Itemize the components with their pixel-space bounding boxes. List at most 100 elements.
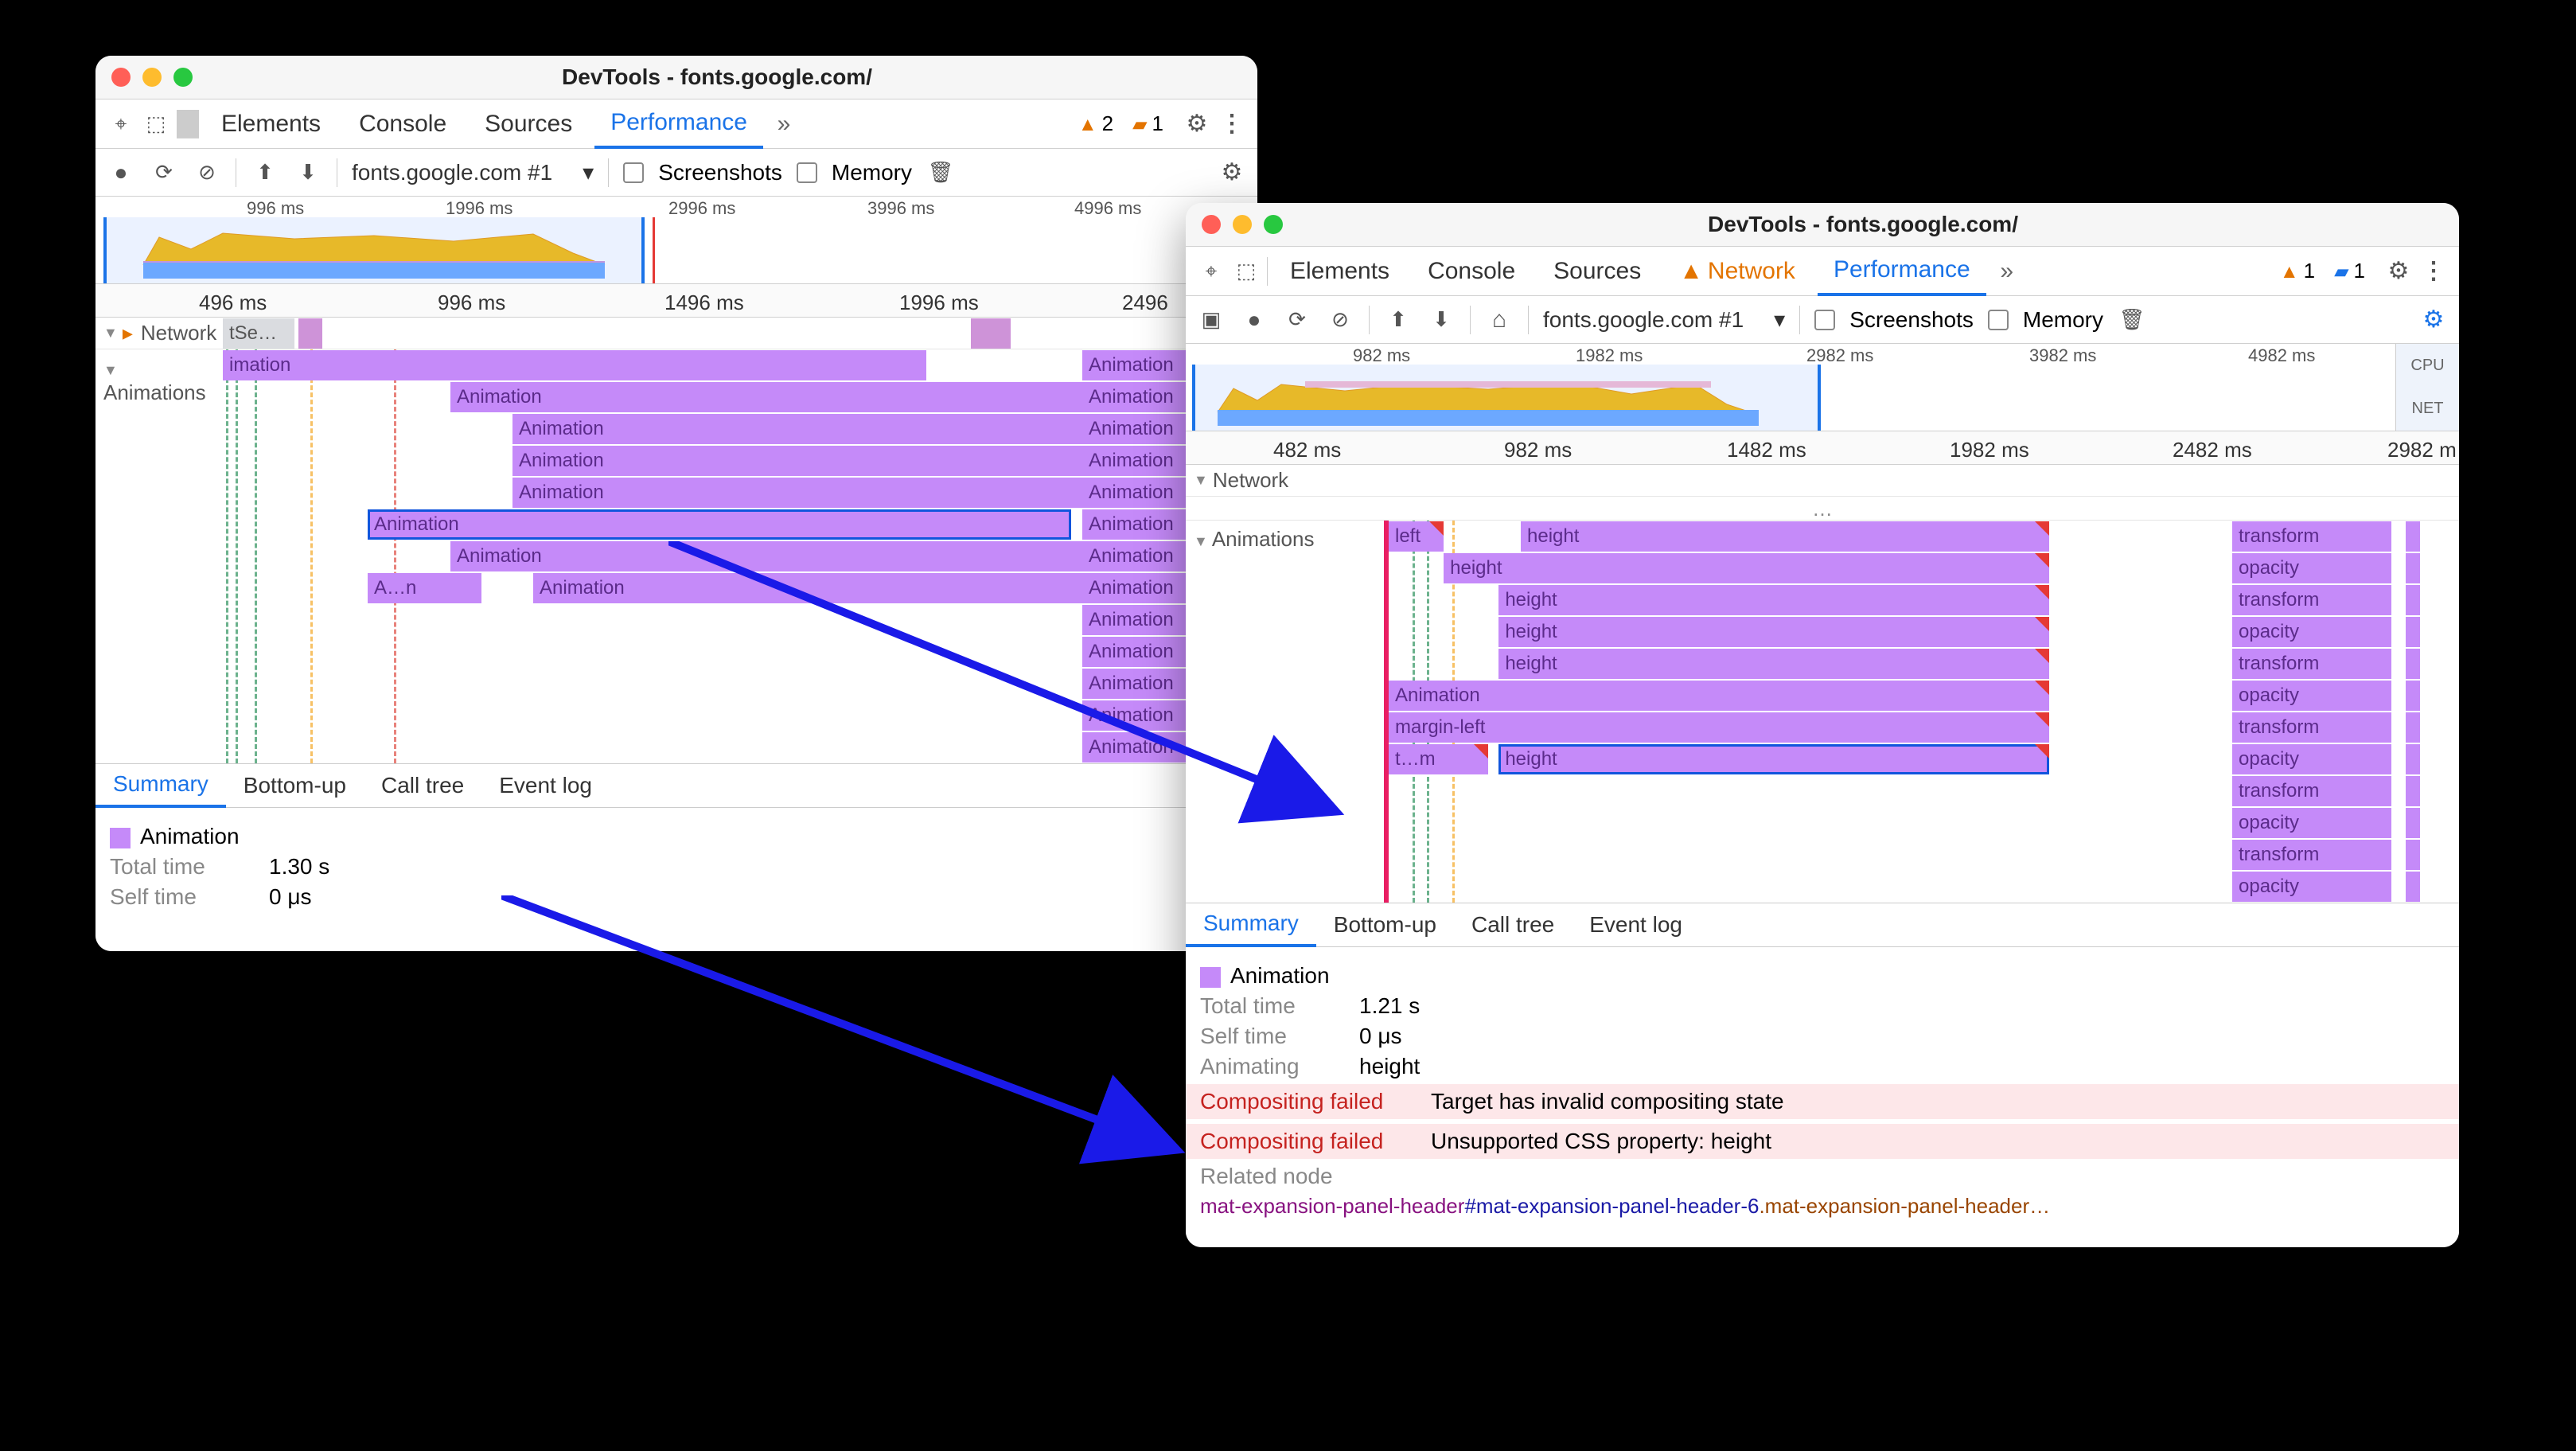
network-track[interactable]: Network (1186, 465, 2459, 497)
animation-bar[interactable]: Animation (450, 382, 1154, 412)
animation-bar[interactable]: opacity (2232, 744, 2391, 774)
timeline-overview[interactable]: 996 ms 1996 ms 2996 ms 3996 ms 4996 ms (95, 197, 1257, 284)
device-icon[interactable] (142, 110, 170, 138)
settings-icon[interactable] (1183, 110, 1211, 138)
reload-record-icon[interactable] (150, 158, 178, 187)
tab-eventlog[interactable]: Event log (1572, 903, 1700, 947)
panel-toggle-icon[interactable] (1197, 306, 1226, 334)
issues-badge[interactable]: 1 (1132, 111, 1163, 136)
tab-bottomup[interactable]: Bottom-up (1316, 903, 1454, 947)
animation-bar[interactable]: opacity (2232, 681, 2391, 711)
animation-bar[interactable]: transform (2232, 521, 2391, 552)
track-ellipsis[interactable]: … (1186, 497, 2459, 521)
tab-sources[interactable]: Sources (1537, 247, 1657, 296)
net-seg[interactable] (298, 318, 322, 349)
tab-eventlog[interactable]: Event log (481, 763, 610, 808)
animation-bar[interactable]: left (1389, 521, 1444, 552)
animation-bar[interactable]: opacity (2232, 553, 2391, 583)
memory-checkbox[interactable] (797, 162, 817, 183)
overview-selection[interactable] (1192, 365, 1821, 431)
animation-bar[interactable] (2406, 553, 2420, 583)
memory-checkbox[interactable] (1988, 310, 2009, 330)
timeline-overview[interactable]: 982 ms 1982 ms 2982 ms 3982 ms 4982 ms C… (1186, 344, 2459, 431)
animation-bar[interactable] (2406, 681, 2420, 711)
save-icon[interactable] (294, 158, 322, 187)
tab-performance[interactable]: Performance (594, 99, 763, 149)
screenshots-checkbox[interactable] (623, 162, 644, 183)
close-icon[interactable] (1202, 215, 1221, 234)
tab-bottomup[interactable]: Bottom-up (226, 763, 364, 808)
save-icon[interactable] (1427, 306, 1456, 334)
settings-icon[interactable] (2384, 257, 2413, 286)
clear-icon[interactable] (193, 158, 221, 187)
animation-bar[interactable]: Animation (512, 478, 1164, 508)
network-track[interactable]: ▸Network tSe… (95, 318, 1257, 349)
animation-bar[interactable]: opacity (2232, 617, 2391, 647)
animation-bar[interactable]: height (1498, 649, 2049, 679)
device-icon[interactable] (1232, 257, 1261, 286)
trash-icon[interactable] (2118, 306, 2146, 334)
animation-bar[interactable] (2406, 521, 2420, 552)
animation-bar[interactable] (2406, 808, 2420, 838)
tab-console[interactable]: Console (1412, 247, 1531, 296)
issues-badge[interactable]: 1 (2334, 259, 2365, 283)
animations-header[interactable]: ▼ Animations (1186, 521, 1389, 903)
animation-bar[interactable] (2406, 712, 2420, 743)
tab-sources[interactable]: Sources (469, 99, 588, 149)
animation-bar[interactable]: height (1498, 744, 2049, 774)
animation-bar[interactable]: A…n (368, 573, 481, 603)
target-select[interactable]: fonts.google.com #1▾ (1543, 306, 1785, 333)
animation-bar[interactable] (2406, 744, 2420, 774)
record-icon[interactable] (1240, 306, 1269, 334)
timeline-ruler[interactable]: 482 ms 982 ms 1482 ms 1982 ms 2482 ms 29… (1186, 431, 2459, 465)
related-node-link[interactable]: mat-expansion-panel-header#mat-expansion… (1200, 1194, 2459, 1219)
animations-header[interactable]: ▼ Animations (95, 349, 223, 763)
animation-bar[interactable]: Animation (1389, 681, 2049, 711)
animation-bar[interactable]: height (1498, 617, 2049, 647)
zoom-icon[interactable] (173, 68, 193, 87)
animation-bar[interactable]: opacity (2232, 872, 2391, 902)
record-icon[interactable] (107, 158, 135, 187)
tab-summary[interactable]: Summary (1186, 903, 1316, 947)
tab-performance[interactable]: Performance (1818, 247, 1986, 296)
animation-bar[interactable]: transform (2232, 712, 2391, 743)
screenshots-checkbox[interactable] (1814, 310, 1835, 330)
menu-icon[interactable] (2419, 257, 2448, 286)
animation-bar[interactable]: t…m (1389, 744, 1488, 774)
animation-bar[interactable] (2406, 840, 2420, 870)
animation-bar[interactable]: opacity (2232, 808, 2391, 838)
animation-bar[interactable] (2406, 776, 2420, 806)
clear-icon[interactable] (1326, 306, 1354, 334)
animation-bar[interactable]: Animation (512, 414, 1164, 444)
animation-bar[interactable]: transform (2232, 776, 2391, 806)
animation-bar[interactable] (2406, 872, 2420, 902)
animation-bar[interactable] (2406, 617, 2420, 647)
target-select[interactable]: fonts.google.com #1▾ (352, 159, 594, 185)
animation-bar[interactable]: transform (2232, 840, 2391, 870)
animation-bar[interactable]: Animation (368, 509, 1071, 540)
inspect-icon[interactable] (1197, 257, 1226, 286)
tab-summary[interactable]: Summary (95, 763, 226, 808)
animation-bar[interactable]: transform (2232, 585, 2391, 615)
minimize-icon[interactable] (142, 68, 162, 87)
animation-bar[interactable] (2406, 649, 2420, 679)
warnings-badge[interactable]: 1 (2280, 259, 2315, 283)
perf-settings-icon[interactable] (2419, 306, 2448, 334)
menu-icon[interactable] (1218, 110, 1246, 138)
animation-bar[interactable]: margin-left (1389, 712, 2049, 743)
tab-elements[interactable]: Elements (1274, 247, 1405, 296)
close-icon[interactable] (111, 68, 131, 87)
animation-bar[interactable]: height (1521, 521, 2049, 552)
more-tabs-icon[interactable] (770, 110, 798, 138)
warnings-badge[interactable]: 2 (1078, 111, 1113, 136)
reload-record-icon[interactable] (1283, 306, 1311, 334)
load-icon[interactable] (251, 158, 279, 187)
animation-bar[interactable]: height (1498, 585, 2049, 615)
animation-bar[interactable]: Animation (450, 541, 1154, 571)
tab-calltree[interactable]: Call tree (364, 763, 481, 808)
timeline-ruler[interactable]: 496 ms 996 ms 1496 ms 1996 ms 2496 (95, 284, 1257, 318)
animation-bar[interactable]: height (1444, 553, 2049, 583)
tab-network[interactable]: ▲Network (1663, 247, 1811, 296)
net-seg[interactable]: tSe… (223, 318, 294, 349)
tab-calltree[interactable]: Call tree (1454, 903, 1572, 947)
